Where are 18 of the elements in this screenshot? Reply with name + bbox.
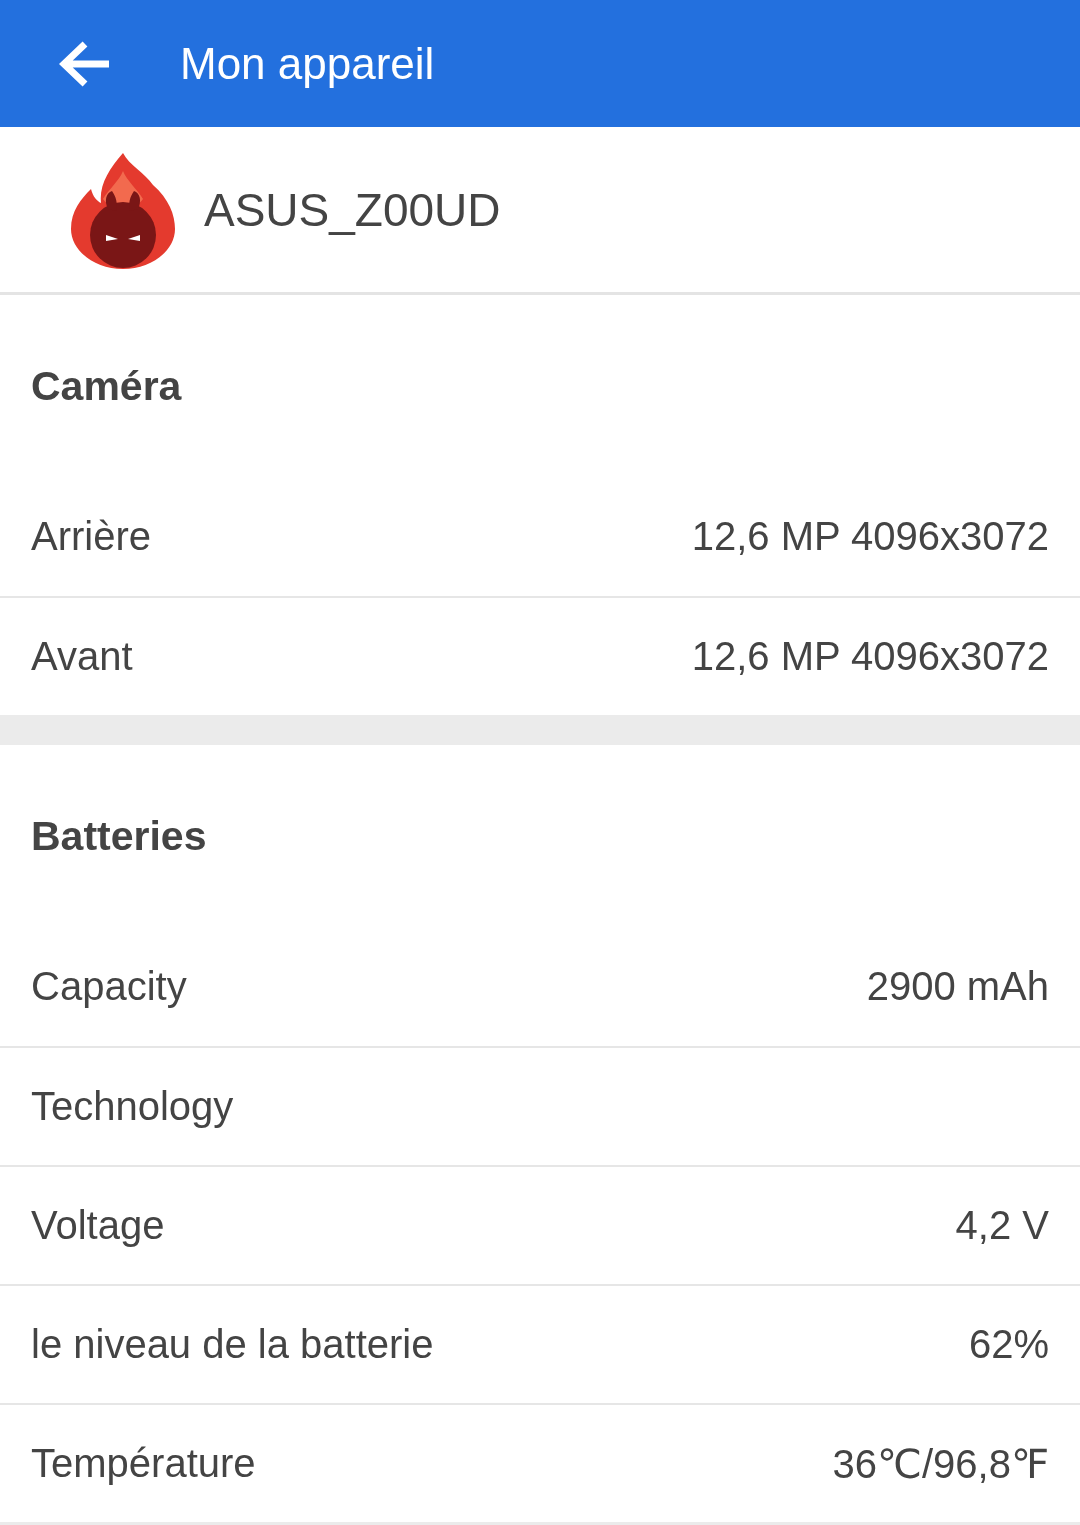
row-label: Température (31, 1441, 256, 1486)
row-label: Avant (31, 634, 133, 679)
row-label: Voltage (31, 1203, 165, 1248)
row-value: 36℃/96,8℉ (832, 1440, 1049, 1487)
device-name: ASUS_Z00UD (204, 182, 501, 237)
row-value: 12,6 MP 4096x3072 (691, 514, 1049, 559)
row-value: 4,2 V (955, 1203, 1049, 1248)
row-label: Arrière (31, 514, 152, 559)
row-value: 62% (968, 1322, 1049, 1367)
back-arrow-icon (59, 39, 111, 88)
section-title: Batteries (31, 813, 207, 859)
row-label: Capacity (31, 964, 187, 1009)
row-value: 2900 mAh (866, 964, 1049, 1009)
app-bar-title: Mon appareil (180, 38, 435, 89)
row-value: 12,6 MP 4096x3072 (691, 634, 1049, 679)
section-title: Caméra (31, 363, 182, 409)
row-label: Technology (31, 1084, 234, 1129)
row-label: le niveau de la batterie (31, 1322, 434, 1367)
